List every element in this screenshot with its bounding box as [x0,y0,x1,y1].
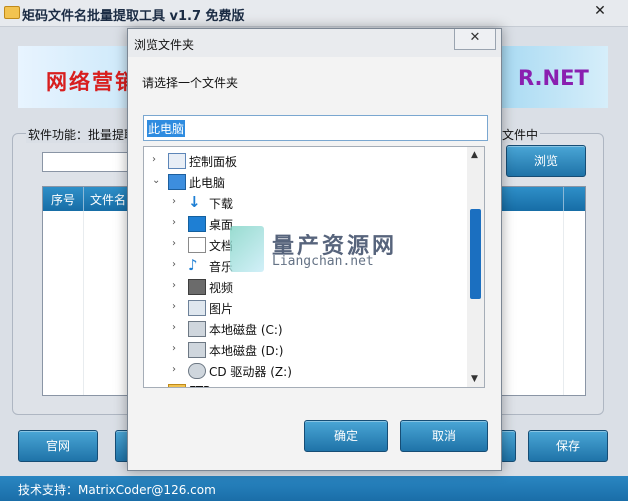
pictures-icon [188,300,206,316]
watermark-en-text: Liangchan.net [272,254,374,269]
save-button-label: 保存 [555,439,580,453]
chevron-right-icon[interactable]: › [172,322,176,333]
selected-folder-text: 此电脑 [147,120,186,137]
tree-item[interactable]: › 控制面板 [144,150,474,171]
download-icon: ↓ [188,193,201,211]
music-icon: ♪ [188,256,198,274]
hidden-button[interactable] [500,430,516,462]
tree-item-label: 图片 [209,302,234,316]
chevron-right-icon[interactable]: › [172,217,176,228]
grid-line [563,211,564,395]
website-button[interactable]: 官网 [18,430,98,462]
computer-icon [168,174,186,190]
cd-drive-icon [188,363,206,379]
tree-item[interactable]: › ↓ 下载 [144,192,474,213]
desktop-icon [188,216,206,232]
chevron-right-icon[interactable]: › [152,154,156,165]
banner-right-text: R.NET [518,66,589,90]
tree-item-label: 本地磁盘 (D:) [209,344,284,358]
tree-item-label: 本地磁盘 (C:) [209,323,283,337]
chevron-right-icon[interactable]: › [172,259,176,270]
website-button-label: 官网 [45,439,70,453]
dialog-close-icon[interactable]: ✕ [454,29,496,50]
app-folder-icon [4,6,20,19]
tree-item-label: 视频 [209,281,234,295]
drive-c-icon [188,321,206,337]
tree-item-label: CD 驱动器 (Z:) [209,365,292,379]
column-separator [563,187,564,211]
save-button[interactable]: 保存 [528,430,608,462]
tree-item-label: 下载 [209,197,234,211]
ok-button-label: 确定 [333,429,358,443]
chevron-right-icon[interactable]: › [172,343,176,354]
chevron-right-icon[interactable]: › [172,238,176,249]
dialog-title: 浏览文件夹 [134,38,195,52]
title-bar: 矩码文件名批量提取工具 v1.7 免费版 ✕ [0,0,628,27]
banner-left-text: 网络营销 [46,70,138,94]
selected-folder-field[interactable]: 此电脑 [143,115,488,141]
video-icon [188,279,206,295]
chevron-right-icon[interactable]: › [172,364,176,375]
watermark-logo-icon [230,226,264,272]
chevron-right-icon[interactable]: › [172,196,176,207]
chevron-right-icon[interactable]: › [172,280,176,291]
status-bar: 技术支持：MatrixCoder@126.com [0,476,628,501]
watermark: 量产资源网 Liangchan.net [230,226,430,274]
tree-item-label: FTP [189,384,210,387]
folder-path-input[interactable] [42,152,134,172]
tree-item[interactable]: › CD 驱动器 (Z:) [144,360,474,381]
tree-scrollbar[interactable]: ▲ ▼ [467,146,485,388]
tree-item[interactable]: › 本地磁盘 (C:) [144,318,474,339]
close-icon[interactable]: ✕ [586,2,614,20]
tree-item[interactable]: FTP [144,381,474,387]
tree-item[interactable]: › 视频 [144,276,474,297]
tree-item-label: 控制面板 [189,155,238,169]
feature-label-tail: 文件中 [500,126,541,143]
browse-button[interactable]: 浏览 [506,145,586,177]
scroll-thumb[interactable] [470,209,481,299]
dialog-title-bar: 浏览文件夹 ✕ [128,29,501,57]
dialog-prompt: 请选择一个文件夹 [142,76,239,90]
tree-item[interactable]: ⌄ 此电脑 [144,171,474,192]
ok-button[interactable]: 确定 [304,420,388,452]
tree-item-label: 此电脑 [189,176,226,190]
column-separator [83,187,84,211]
folder-icon [168,384,186,387]
tree-item[interactable]: › 图片 [144,297,474,318]
column-header-index: 序号 [51,193,76,207]
control-panel-icon [168,153,186,169]
app-title: 矩码文件名批量提取工具 v1.7 免费版 [22,9,245,24]
scroll-down-icon[interactable]: ▼ [471,374,478,384]
grid-line [83,211,84,395]
browse-button-label: 浏览 [533,154,558,168]
document-icon [188,237,206,253]
drive-d-icon [188,342,206,358]
chevron-right-icon[interactable]: › [172,301,176,312]
feature-label: 软件功能：批量提取 [26,126,139,143]
scroll-up-icon[interactable]: ▲ [471,150,478,160]
cancel-button-label: 取消 [431,429,456,443]
support-contact: 技术支持：MatrixCoder@126.com [18,483,216,497]
tree-item[interactable]: › 本地磁盘 (D:) [144,339,474,360]
cancel-button[interactable]: 取消 [400,420,488,452]
column-header-filename: 文件名 [90,193,127,207]
chevron-down-icon[interactable]: ⌄ [152,175,160,186]
